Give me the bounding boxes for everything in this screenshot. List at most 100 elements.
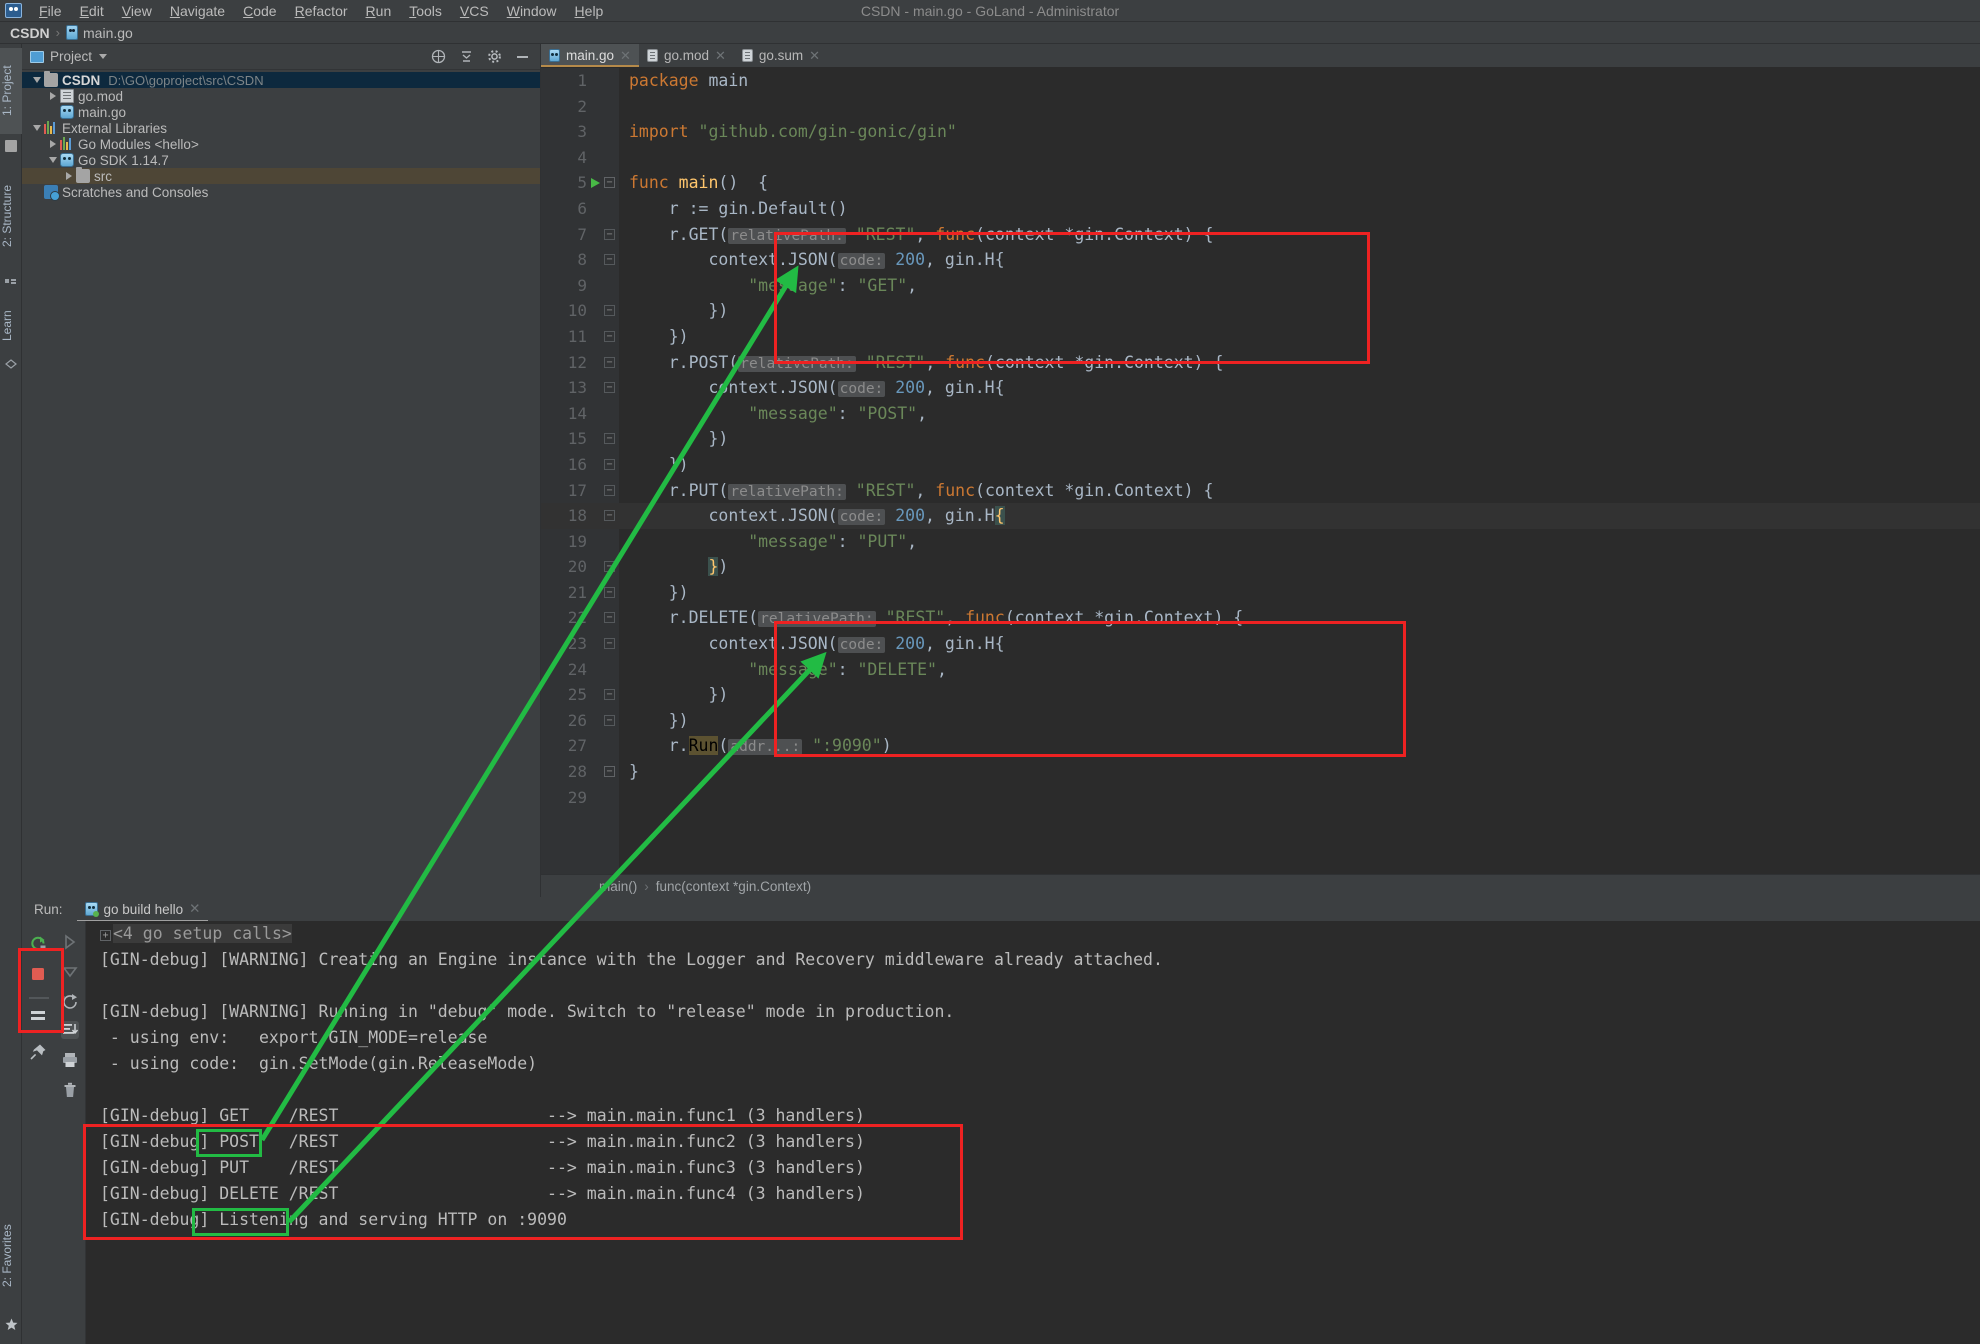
collapse-arrow-icon[interactable] [30, 77, 44, 83]
tree-item-src[interactable]: src [22, 168, 540, 184]
expand-arrow-icon[interactable] [46, 92, 60, 100]
code-line-28[interactable]: 28−} [541, 759, 1980, 785]
settings-gear-icon[interactable] [486, 49, 502, 65]
sidebar-item-structure[interactable]: 2: Structure [0, 166, 22, 266]
tree-item-go-sdk-1-14-7[interactable]: Go SDK 1.14.7 [22, 152, 540, 168]
tree-item-csdn[interactable]: CSDND:\GO\goproject\src\CSDN [22, 72, 540, 88]
menu-item-edit[interactable]: Edit [71, 1, 113, 21]
code-line-26[interactable]: 26− }) [541, 708, 1980, 734]
fold-toggle-icon[interactable]: − [604, 177, 615, 188]
code-line-1[interactable]: 1package main [541, 68, 1980, 94]
fold-toggle-icon[interactable]: − [604, 331, 615, 342]
code-line-27[interactable]: 27 r.Run(addr...: ":9090") [541, 733, 1980, 759]
editor-tab-main-go[interactable]: main.go✕ [541, 44, 639, 67]
expand-arrow-icon[interactable] [62, 172, 76, 180]
locate-icon[interactable] [430, 49, 446, 65]
fold-toggle-icon[interactable]: − [604, 357, 615, 368]
code-line-16[interactable]: 16− }) [541, 452, 1980, 478]
code-line-18[interactable]: 18− context.JSON(code: 200, gin.H{ [541, 503, 1980, 529]
rerun-failed-icon[interactable] [61, 993, 79, 1011]
menu-item-code[interactable]: Code [234, 1, 285, 21]
breadcrumb-main-func[interactable]: main() [599, 879, 637, 894]
collapse-arrow-icon[interactable] [30, 125, 44, 131]
code-line-7[interactable]: 7− r.GET(relativePath: "REST", func(cont… [541, 222, 1980, 248]
chevron-down-icon[interactable] [99, 54, 107, 59]
sidebar-item-learn[interactable]: Learn [0, 300, 22, 352]
resume-icon[interactable] [61, 933, 79, 951]
close-icon[interactable]: ✕ [620, 48, 631, 64]
code-line-6[interactable]: 6 r := gin.Default() [541, 196, 1980, 222]
editor-tab-go-mod[interactable]: go.mod✕ [639, 44, 734, 67]
code-line-14[interactable]: 14 "message": "POST", [541, 401, 1980, 427]
fold-toggle-icon[interactable]: − [604, 510, 615, 521]
code-line-10[interactable]: 10− }) [541, 298, 1980, 324]
code-line-4[interactable]: 4 [541, 145, 1980, 171]
breadcrumb-file[interactable]: main.go [66, 25, 133, 41]
code-line-3[interactable]: 3import "github.com/gin-gonic/gin" [541, 119, 1980, 145]
close-icon[interactable]: ✕ [715, 48, 726, 64]
code-editor[interactable]: 1package main23import "github.com/gin-go… [541, 68, 1980, 874]
menu-item-window[interactable]: Window [498, 1, 566, 21]
expand-icon[interactable]: + [100, 930, 111, 941]
step-down-icon[interactable] [61, 963, 79, 981]
pin-icon[interactable] [29, 1043, 47, 1061]
code-line-21[interactable]: 21− }) [541, 580, 1980, 606]
tree-item-main-go[interactable]: main.go [22, 104, 540, 120]
tree-item-scratches-and-consoles[interactable]: Scratches and Consoles [22, 184, 540, 200]
fold-toggle-icon[interactable]: − [604, 433, 615, 444]
menu-item-view[interactable]: View [113, 1, 161, 21]
code-line-11[interactable]: 11− }) [541, 324, 1980, 350]
run-configuration-tab[interactable]: go build hello ✕ [77, 899, 209, 919]
fold-toggle-icon[interactable]: − [604, 689, 615, 700]
code-line-25[interactable]: 25− }) [541, 682, 1980, 708]
fold-toggle-icon[interactable]: − [604, 766, 615, 777]
trash-icon[interactable] [61, 1081, 79, 1099]
code-line-24[interactable]: 24 "message": "DELETE", [541, 657, 1980, 683]
breadcrumb-project[interactable]: CSDN [10, 25, 50, 41]
fold-toggle-icon[interactable]: − [604, 229, 615, 240]
code-line-19[interactable]: 19 "message": "PUT", [541, 529, 1980, 555]
code-line-15[interactable]: 15− }) [541, 426, 1980, 452]
menu-item-refactor[interactable]: Refactor [286, 1, 357, 21]
fold-toggle-icon[interactable]: − [604, 382, 615, 393]
tree-item-external-libraries[interactable]: External Libraries [22, 120, 540, 136]
menu-item-tools[interactable]: Tools [400, 1, 451, 21]
rerun-icon[interactable] [29, 935, 47, 953]
fold-toggle-icon[interactable]: − [604, 561, 615, 572]
collapse-all-icon[interactable] [458, 49, 474, 65]
code-line-5[interactable]: 5−func main() { [541, 170, 1980, 196]
sidebar-item-project[interactable]: 1: Project [0, 48, 22, 134]
code-line-9[interactable]: 9 "message": "GET", [541, 273, 1980, 299]
code-line-23[interactable]: 23− context.JSON(code: 200, gin.H{ [541, 631, 1980, 657]
menu-item-vcs[interactable]: VCS [451, 1, 498, 21]
menu-item-help[interactable]: Help [566, 1, 613, 21]
sidebar-item-favorites[interactable]: 2: Favorites [0, 1208, 22, 1304]
collapse-arrow-icon[interactable] [46, 157, 60, 163]
run-console-output[interactable]: +<4 go setup calls>[GIN-debug] [WARNING]… [86, 921, 1980, 1344]
tree-item-go-mod[interactable]: go.mod [22, 88, 540, 104]
fold-toggle-icon[interactable]: − [604, 587, 615, 598]
hide-panel-icon[interactable] [514, 49, 530, 65]
menu-item-file[interactable]: File [30, 1, 71, 21]
print-icon[interactable] [61, 1051, 79, 1069]
code-line-17[interactable]: 17− r.PUT(relativePath: "REST", func(con… [541, 478, 1980, 504]
close-icon[interactable]: ✕ [809, 48, 820, 64]
code-line-22[interactable]: 22− r.DELETE(relativePath: "REST", func(… [541, 605, 1980, 631]
scroll-to-end-icon[interactable] [61, 1021, 79, 1039]
code-line-12[interactable]: 12− r.POST(relativePath: "REST", func(co… [541, 350, 1980, 376]
fold-toggle-icon[interactable]: − [604, 638, 615, 649]
editor-tab-go-sum[interactable]: go.sum✕ [734, 44, 828, 67]
code-line-2[interactable]: 2 [541, 94, 1980, 120]
stop-icon[interactable] [29, 965, 47, 983]
breadcrumb-closure[interactable]: func(context *gin.Context) [656, 879, 811, 894]
code-lines[interactable]: 1package main23import "github.com/gin-go… [541, 68, 1980, 810]
code-line-13[interactable]: 13− context.JSON(code: 200, gin.H{ [541, 375, 1980, 401]
fold-toggle-icon[interactable]: − [604, 254, 615, 265]
close-icon[interactable]: ✕ [189, 901, 200, 917]
soft-wrap-icon[interactable] [29, 1006, 47, 1024]
fold-toggle-icon[interactable]: − [604, 485, 615, 496]
fold-toggle-icon[interactable]: − [604, 715, 615, 726]
menu-item-navigate[interactable]: Navigate [161, 1, 234, 21]
fold-toggle-icon[interactable]: − [604, 459, 615, 470]
code-line-29[interactable]: 29 [541, 785, 1980, 811]
